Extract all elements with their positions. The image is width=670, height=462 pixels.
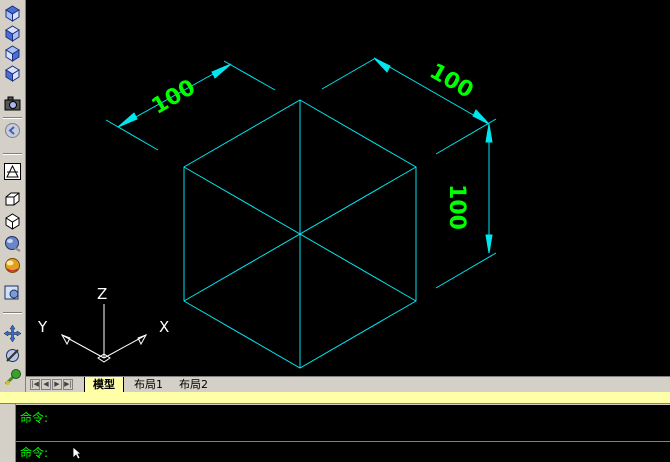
- drawing-svg: 100 100 100 Z Y X: [37, 57, 497, 369]
- ucs-icon[interactable]: [3, 162, 22, 181]
- dimension-right: [321, 57, 497, 155]
- ucs-axis-icon: [60, 304, 148, 363]
- command-divider: [16, 432, 670, 441]
- axis-y-label: Y: [37, 318, 48, 336]
- command-history: 命令:: [16, 405, 670, 432]
- rotate-icon[interactable]: [3, 346, 22, 365]
- tree-icon[interactable]: [3, 368, 22, 387]
- command-pane: 命令: 命令:: [0, 392, 670, 462]
- axis-x-label: X: [159, 318, 169, 336]
- front-view-icon[interactable]: [3, 4, 22, 23]
- cube-icon[interactable]: [3, 212, 22, 231]
- isometric-cube: [183, 99, 417, 369]
- next-tab-button[interactable]: ▶: [52, 379, 62, 390]
- axis-z-label: Z: [97, 285, 107, 303]
- sphere-icon[interactable]: [3, 234, 22, 253]
- command-pane-resize-bar[interactable]: [0, 392, 670, 404]
- command-prompt-text: 命令:: [20, 446, 49, 460]
- right-view-icon[interactable]: [3, 64, 22, 83]
- tab-model[interactable]: 模型: [84, 377, 124, 392]
- tab-layout2[interactable]: 布局2: [171, 377, 216, 392]
- mouse-cursor-icon: [72, 446, 82, 460]
- view-icon[interactable]: [3, 283, 22, 302]
- command-input[interactable]: 命令:: [16, 441, 670, 462]
- dim-vertical-text: 100: [444, 184, 469, 230]
- box-icon[interactable]: [3, 190, 22, 209]
- layout-tab-bar: |◀ ◀ ▶ ▶| 模型 布局1 布局2: [26, 376, 670, 392]
- left-toolbar: [0, 0, 26, 392]
- camera-icon[interactable]: [3, 94, 22, 113]
- command-pane-grip[interactable]: [0, 404, 16, 462]
- dim-right-text: 100: [425, 59, 477, 104]
- last-tab-button[interactable]: ▶|: [63, 379, 73, 390]
- bottom-view-icon[interactable]: [3, 24, 22, 43]
- first-tab-button[interactable]: |◀: [30, 379, 40, 390]
- command-history-text: 命令:: [20, 411, 49, 425]
- dimension-left: [105, 60, 276, 151]
- left-view-icon[interactable]: [3, 44, 22, 63]
- tab-layout1[interactable]: 布局1: [126, 377, 171, 392]
- pan-icon[interactable]: [3, 324, 22, 343]
- drawing-area[interactable]: 100 100 100 Z Y X: [26, 0, 670, 376]
- prev-tab-button[interactable]: ◀: [41, 379, 51, 390]
- dim-left-text: 100: [148, 75, 200, 120]
- render-icon[interactable]: [3, 256, 22, 275]
- orbit-icon[interactable]: [3, 121, 22, 140]
